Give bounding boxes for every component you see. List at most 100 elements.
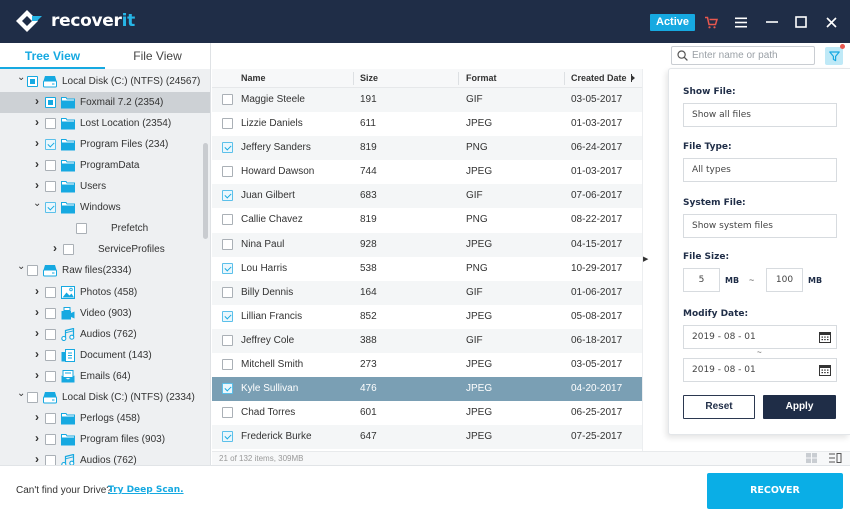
file-size-min-input[interactable]: 5 (683, 268, 720, 292)
search-input[interactable]: Enter name or path (671, 46, 815, 65)
column-header-created-date[interactable]: Created Date (571, 69, 627, 88)
row-checkbox[interactable] (222, 310, 233, 322)
tree-item[interactable]: ⌄ Local Disk (C:) (NTFS) (24567) (0, 71, 210, 92)
menu-button[interactable] (731, 12, 751, 32)
table-row[interactable]: Callie Chavez 819 PNG 08-22-2017 (212, 208, 642, 233)
modify-date-from-input[interactable]: 2019 - 08 - 01 (683, 325, 837, 349)
tree-item[interactable]: › Emails (64) (0, 366, 210, 387)
chevron-right-icon[interactable]: › (33, 432, 41, 444)
table-row[interactable]: Billy Dennis 164 GIF 01-06-2017 (212, 280, 642, 305)
tree-item[interactable]: › Foxmail 7.2 (2354) (0, 92, 210, 114)
row-checkbox[interactable] (222, 118, 233, 130)
column-header-format[interactable]: Format (466, 69, 497, 88)
active-badge[interactable]: Active (650, 14, 696, 31)
table-row[interactable]: Lillian Francis 852 JPEG 05-08-2017 (212, 304, 642, 329)
tree-item-checkbox[interactable] (45, 160, 56, 172)
chevron-down-icon[interactable]: ⌄ (17, 388, 25, 398)
table-row[interactable]: Juan Gilbert 683 GIF 07-06-2017 (212, 184, 642, 209)
row-checkbox[interactable] (222, 383, 233, 395)
table-row[interactable]: Maggie Steele 191 GIF 03-05-2017 (212, 88, 642, 113)
tree-item[interactable]: › Document (143) (0, 345, 210, 366)
sort-arrow-icon[interactable] (631, 74, 636, 82)
row-checkbox[interactable] (222, 94, 233, 105)
tree-item[interactable]: › ServiceProfiles (0, 239, 210, 260)
filter-button[interactable] (825, 47, 843, 65)
chevron-right-icon[interactable]: › (51, 242, 59, 254)
chevron-right-icon[interactable]: › (33, 369, 41, 381)
tree-item-checkbox[interactable] (45, 139, 56, 151)
table-row[interactable]: Mitchell Smith 273 JPEG 03-05-2017 (212, 353, 642, 378)
column-separator[interactable] (353, 72, 354, 85)
chevron-right-icon[interactable]: › (33, 306, 41, 318)
tree-item-checkbox[interactable] (45, 307, 56, 319)
apply-button[interactable]: Apply (763, 395, 836, 419)
tree-item-checkbox[interactable] (27, 76, 38, 87)
cart-button[interactable] (701, 12, 721, 32)
chevron-down-icon[interactable]: ⌄ (33, 199, 41, 209)
table-row[interactable]: Jeffery Sanders 819 PNG 06-24-2017 (212, 136, 642, 161)
chevron-right-icon[interactable]: › (33, 95, 41, 107)
tree-item-checkbox[interactable] (45, 412, 56, 424)
table-row[interactable]: Lizzie Daniels 611 JPEG 01-03-2017 (212, 112, 642, 137)
tab-file-view[interactable]: File View (105, 43, 210, 69)
row-checkbox[interactable] (222, 142, 233, 154)
tree-item[interactable]: › ProgramData (0, 155, 210, 176)
calendar-icon[interactable] (819, 331, 831, 343)
chevron-right-icon[interactable]: › (33, 179, 41, 191)
reset-button[interactable]: Reset (683, 395, 755, 419)
row-checkbox[interactable] (222, 286, 233, 298)
column-separator[interactable] (458, 72, 459, 85)
grid-view-icon[interactable] (806, 453, 817, 463)
calendar-icon[interactable] (819, 364, 831, 376)
table-row[interactable]: Howard Dawson 744 JPEG 01-03-2017 (212, 160, 642, 185)
system-file-select[interactable]: Show system files (683, 214, 837, 238)
tree-item[interactable]: › Perlogs (458) (0, 408, 210, 429)
tree-item[interactable]: › Audios (762) (0, 324, 210, 345)
chevron-down-icon[interactable]: ⌄ (17, 262, 25, 272)
list-view-icon[interactable] (829, 453, 842, 463)
chevron-right-icon[interactable]: › (33, 116, 41, 128)
recover-button[interactable]: RECOVER (707, 473, 843, 509)
tab-tree-view[interactable]: Tree View (0, 43, 105, 69)
chevron-right-icon[interactable]: › (33, 453, 41, 465)
tree-item-checkbox[interactable] (45, 118, 56, 130)
file-type-select[interactable]: All types (683, 158, 837, 182)
row-checkbox[interactable] (222, 431, 233, 443)
row-checkbox[interactable] (222, 214, 233, 226)
tree-item-checkbox[interactable] (63, 244, 74, 256)
tree-item-checkbox[interactable] (27, 265, 38, 277)
row-checkbox[interactable] (222, 190, 233, 202)
chevron-right-icon[interactable]: › (33, 348, 41, 360)
table-row[interactable]: Lou Harris 538 PNG 10-29-2017 (212, 256, 642, 281)
column-header-name[interactable]: Name (241, 69, 266, 88)
tree-item[interactable]: ⌄ Raw files(2334) (0, 260, 210, 281)
tree-scrollbar[interactable] (203, 143, 208, 239)
file-size-max-input[interactable]: 100 (766, 268, 803, 292)
row-checkbox[interactable] (222, 238, 233, 250)
table-row[interactable]: Frederick Burke 647 JPEG 07-25-2017 (212, 425, 642, 450)
row-checkbox[interactable] (222, 334, 233, 346)
tree-item-checkbox[interactable] (45, 202, 56, 214)
table-row[interactable]: Chad Torres 601 JPEG 06-25-2017 (212, 401, 642, 426)
tree-item-checkbox[interactable] (45, 433, 56, 445)
tree-item[interactable]: › Users (0, 176, 210, 197)
chevron-right-icon[interactable]: › (33, 327, 41, 339)
row-checkbox[interactable] (222, 166, 233, 178)
column-header-size[interactable]: Size (360, 69, 378, 88)
close-button[interactable] (821, 12, 841, 32)
table-row[interactable]: Nina Paul 928 JPEG 04-15-2017 (212, 232, 642, 257)
tree-item-checkbox[interactable] (45, 349, 56, 361)
tree-item-checkbox[interactable] (45, 181, 56, 193)
chevron-right-icon[interactable]: › (33, 285, 41, 297)
table-row[interactable]: Jeffrey Cole 388 GIF 06-18-2017 (212, 328, 642, 354)
tree-item[interactable]: › Audios (762) (0, 450, 210, 465)
tree-item[interactable]: › Program Files (234) (0, 134, 210, 155)
row-checkbox[interactable] (222, 407, 233, 419)
tree-item-checkbox[interactable] (45, 370, 56, 382)
minimize-button[interactable] (762, 12, 782, 32)
tree-item[interactable]: › Video (903) (0, 303, 210, 324)
expand-panel-arrow-icon[interactable]: ▶ (643, 255, 648, 263)
tree-item-checkbox[interactable] (76, 223, 87, 235)
tree-item-checkbox[interactable] (45, 328, 56, 340)
tree-item[interactable]: Prefetch (0, 218, 210, 239)
